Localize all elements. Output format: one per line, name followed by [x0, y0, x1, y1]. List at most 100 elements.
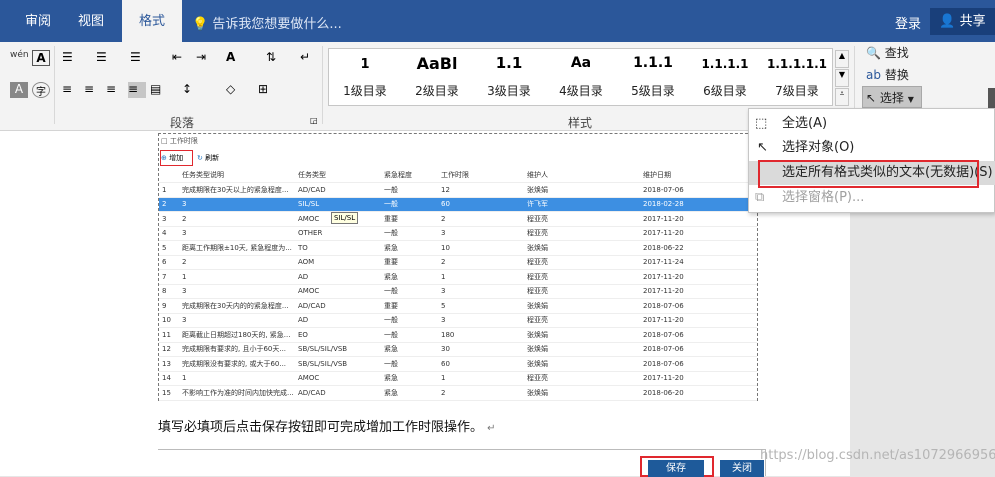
menu-item-selection-pane[interactable]: ⧉ 选择窗格(P)... [749, 186, 995, 210]
gallery-down-icon[interactable]: ▼ [835, 69, 849, 87]
grid-row: 5 距离工作期限±10天, 紧急程度为... TO 紧急 10 张焕娟 2018-06-22 [159, 240, 757, 256]
style-sample: 1.1.1 [633, 55, 673, 71]
style-item[interactable]: Aa 4级目录 [545, 49, 617, 107]
multilevel-list-icon[interactable]: ☰ [130, 50, 148, 66]
grid-row: 6 2 AOM 重要 2 程亚亮 2017-11-24 [159, 255, 757, 270]
grid-row: 11 距离截止日期超过180天的, 紧急... EO 一般 180 张焕娟 2018-07-… [159, 327, 757, 343]
grid-row: 8 3 AMOC 一般 3 程亚亮 2017-11-20 [159, 284, 757, 299]
grid-cell: AD/CAD [295, 298, 381, 314]
find-button[interactable]: 🔍 查找 [866, 44, 909, 61]
gallery-more-icon[interactable]: ⩡ [835, 88, 849, 106]
shading-icon[interactable]: ◇ [226, 82, 244, 98]
style-name: 4级目录 [559, 84, 603, 98]
grid-cell: 2017-11-20 [640, 211, 757, 227]
style-item[interactable]: 1.1 3级目录 [473, 49, 545, 107]
text-direction-icon[interactable]: A [226, 50, 244, 66]
grid-cell: 8 [159, 284, 179, 299]
bullets-icon[interactable]: ☰ [62, 50, 80, 66]
grid-cell: 2018-07-06 [640, 298, 757, 314]
grid-cell: 6 [159, 255, 179, 270]
grid-cell: 7 [159, 269, 179, 285]
grid-cell: OTHER [295, 226, 381, 241]
grid-cell: 10 [159, 313, 179, 328]
menu-item-label: 全选(A) [782, 116, 828, 131]
share-button[interactable]: 👤 共享 [930, 8, 995, 35]
justify-icon[interactable]: ≡ [128, 82, 146, 98]
show-marks-icon[interactable]: ↵ [300, 50, 318, 66]
style-sample: 1.1.1.1.1 [767, 57, 827, 71]
grid-cell: 2017-11-20 [640, 313, 757, 328]
document-paragraph[interactable]: 填写必填项后点击保存按钮即可完成增加工作时限操作。 ↵ [158, 416, 496, 435]
grid-cell: 张焕娟 [524, 240, 640, 256]
align-left-icon[interactable]: ≡ [62, 82, 80, 98]
grid-cell: 距离截止日期超过180天的, 紧急... [179, 327, 295, 343]
grid-cell: 10 [438, 240, 524, 256]
phonetic-guide-icon[interactable]: wén [10, 50, 29, 66]
tell-me-text: 告诉我您想要做什么... [212, 17, 342, 32]
tell-me-box[interactable]: 💡 告诉我您想要做什么... [192, 13, 342, 32]
grid-header-cell: 任务类型说明 [179, 168, 295, 183]
replace-button[interactable]: ab 替换 [866, 66, 909, 83]
style-item[interactable]: 1.1.1 5级目录 [617, 49, 689, 107]
align-right-icon[interactable]: ≡ [106, 82, 124, 98]
char-border-icon[interactable]: A [32, 50, 50, 66]
style-sample: Aa [570, 55, 592, 71]
refresh-icon: ↻ [197, 154, 203, 162]
grid-row: 1 完成期限在30天以上的紧急程度... AD/CAD 一般 12 张焕娟 2018-07-… [159, 182, 757, 198]
style-item[interactable]: 1 1级目录 [329, 49, 401, 107]
sort-icon[interactable]: ⇅ [266, 50, 284, 66]
style-sample: 1.1 [495, 54, 523, 72]
numbering-icon[interactable]: ☰ [96, 50, 114, 66]
grid-cell: 2018-06-22 [640, 240, 757, 256]
tab-format[interactable]: 格式 [122, 0, 182, 42]
grid-cell: SB/SL/SIL/VSB [295, 342, 381, 357]
grid-cell: 2 [179, 255, 295, 270]
style-item[interactable]: 1.1.1.1 6级目录 [689, 49, 761, 107]
grid-cell: 9 [159, 298, 179, 314]
grid-cell: 2018-02-28 [640, 197, 757, 212]
embedded-grid: 任务类型说明 任务类型 紧急程度 工作时限 维护人 维护日期 1 完成期限在30天… [159, 168, 757, 401]
menu-item-select-objects[interactable]: ↖ 选择对象(O) [749, 136, 995, 160]
style-item[interactable]: 1.1.1.1.1 7级目录 [761, 49, 833, 107]
person-icon: 👤 [939, 14, 956, 29]
ribbon-tab-bar: 审阅 视图 格式 💡 告诉我您想要做什么... 登录 👤 共享 [0, 0, 995, 42]
grid-cell: 不影响工作为准的时间内加快完成... [179, 385, 295, 401]
grid-cell: 完成期限没有要求的, 或大于60... [179, 356, 295, 372]
grid-header: 任务类型说明 任务类型 紧急程度 工作时限 维护人 维护日期 [159, 168, 757, 183]
embedded-screenshot[interactable]: □ 工作时限 ⊕ 增加 ↻ 刷新 任务类型说明 任务类型 紧急程度 工作时限 维… [158, 133, 758, 401]
enclose-char-icon[interactable]: 字 [32, 82, 50, 98]
tab-view[interactable]: 视图 [70, 0, 112, 42]
char-shading-icon[interactable]: A [10, 82, 28, 98]
login-link[interactable]: 登录 [895, 13, 921, 32]
menu-item-select-all[interactable]: ⬚ 全选(A) [749, 112, 995, 136]
grid-cell: 一般 [381, 226, 438, 241]
align-center-icon[interactable]: ≡ [84, 82, 102, 98]
grid-cell: 2018-07-06 [640, 327, 757, 343]
gallery-up-icon[interactable]: ▲ [835, 50, 849, 68]
paragraph-launcher-icon[interactable]: ◲ [310, 116, 328, 132]
select-button[interactable]: ↖ 选择 ▼ [862, 86, 922, 108]
increase-indent-icon[interactable]: ⇥ [196, 50, 214, 66]
distributed-icon[interactable]: ▤ [150, 82, 168, 98]
grid-cell: 60 [438, 197, 524, 212]
grid-header-cell: 紧急程度 [381, 168, 438, 183]
decrease-indent-icon[interactable]: ⇤ [172, 50, 190, 66]
cursor-icon: ↖ [757, 140, 768, 155]
grid-cell: 一般 [381, 313, 438, 328]
grid-cell: 30 [438, 342, 524, 357]
tab-review[interactable]: 审阅 [16, 0, 60, 42]
chevron-down-icon: ▼ [907, 95, 914, 104]
borders-icon[interactable]: ⊞ [258, 82, 276, 98]
style-item[interactable]: AaBl 2级目录 [401, 49, 473, 107]
line-spacing-icon[interactable]: ↕ [182, 82, 200, 98]
grid-cell: 张焕娟 [524, 356, 640, 372]
grid-cell: AOM [295, 255, 381, 270]
grid-cell: 2 [159, 197, 179, 212]
grid-cell: 2018-07-06 [640, 342, 757, 357]
grid-cell: 重要 [381, 211, 438, 227]
grid-cell: 一般 [381, 197, 438, 212]
grid-cell: AMOC [295, 284, 381, 299]
grid-cell: 3 [438, 313, 524, 328]
grid-cell: 紧急 [381, 342, 438, 357]
grid-header-cell: 维护日期 [640, 168, 757, 183]
